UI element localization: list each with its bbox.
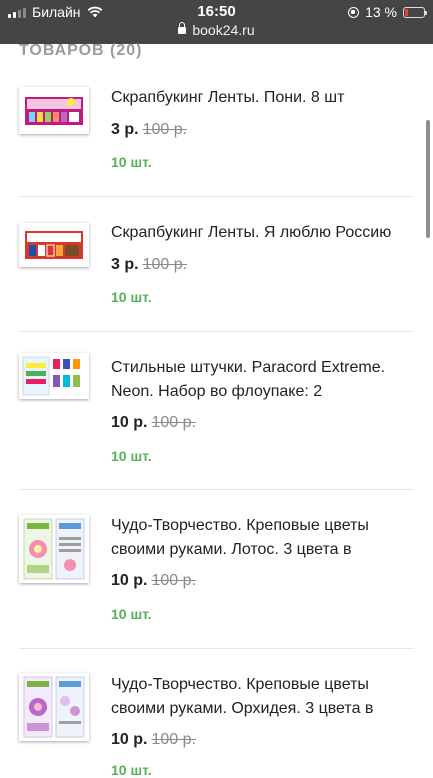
- old-price: 100 р.: [142, 256, 188, 273]
- product-image[interactable]: [19, 223, 89, 267]
- stock-count: 10 шт.: [111, 154, 152, 170]
- divider: [19, 331, 414, 332]
- product-title[interactable]: Скрапбукинг Ленты. Пони. 8 шт: [111, 86, 411, 110]
- price: 10 р.: [111, 414, 148, 431]
- scrollbar-thumb[interactable]: [426, 120, 430, 238]
- price-row: 10 р. 100 р.: [111, 572, 196, 590]
- old-price: 100 р.: [151, 731, 196, 748]
- old-price: 100 р.: [151, 414, 196, 431]
- stock-count: 10 шт.: [111, 606, 152, 622]
- product-image[interactable]: [19, 673, 89, 741]
- price-row: 3 р. 100 р.: [111, 256, 187, 274]
- price-row: 3 р. 100 р.: [111, 121, 187, 139]
- old-price: 100 р.: [142, 121, 188, 138]
- price: 10 р.: [111, 572, 148, 589]
- orientation-lock-icon: [348, 6, 360, 18]
- stock-count: 10 шт.: [111, 289, 152, 305]
- section-title: ТОВАРОВ (20): [19, 42, 143, 59]
- address-bar[interactable]: book24.ru: [0, 22, 433, 38]
- stock-count: 10 шт.: [111, 762, 152, 778]
- old-price: 100 р.: [151, 572, 196, 589]
- battery-icon: [403, 6, 427, 18]
- price: 3 р.: [111, 256, 139, 273]
- divider: [19, 648, 414, 649]
- price-row: 10 р. 100 р.: [111, 731, 196, 749]
- price: 3 р.: [111, 121, 139, 138]
- lock-icon: [178, 22, 187, 34]
- product-image[interactable]: [19, 87, 89, 134]
- product-image[interactable]: [19, 353, 89, 399]
- divider: [19, 196, 414, 197]
- price-row: 10 р. 100 р.: [111, 414, 196, 432]
- stock-count: 10 шт.: [111, 448, 152, 464]
- product-title[interactable]: Стильные штучки. Paracord Extreme. Neon.…: [111, 356, 411, 404]
- url-text: book24.ru: [192, 22, 255, 38]
- divider: [19, 489, 414, 490]
- product-image[interactable]: [19, 515, 89, 583]
- product-title[interactable]: Скрапбукинг Ленты. Я люблю Россию: [111, 221, 411, 245]
- product-title[interactable]: Чудо-Творчество. Креповые цветы своими р…: [111, 673, 411, 721]
- status-bar: Билайн 16:50 book24.ru 13 %: [0, 0, 433, 44]
- product-title[interactable]: Чудо-Творчество. Креповые цветы своими р…: [111, 514, 411, 562]
- price: 10 р.: [111, 731, 148, 748]
- status-right: 13 %: [348, 4, 427, 20]
- battery-percent: 13 %: [365, 4, 397, 20]
